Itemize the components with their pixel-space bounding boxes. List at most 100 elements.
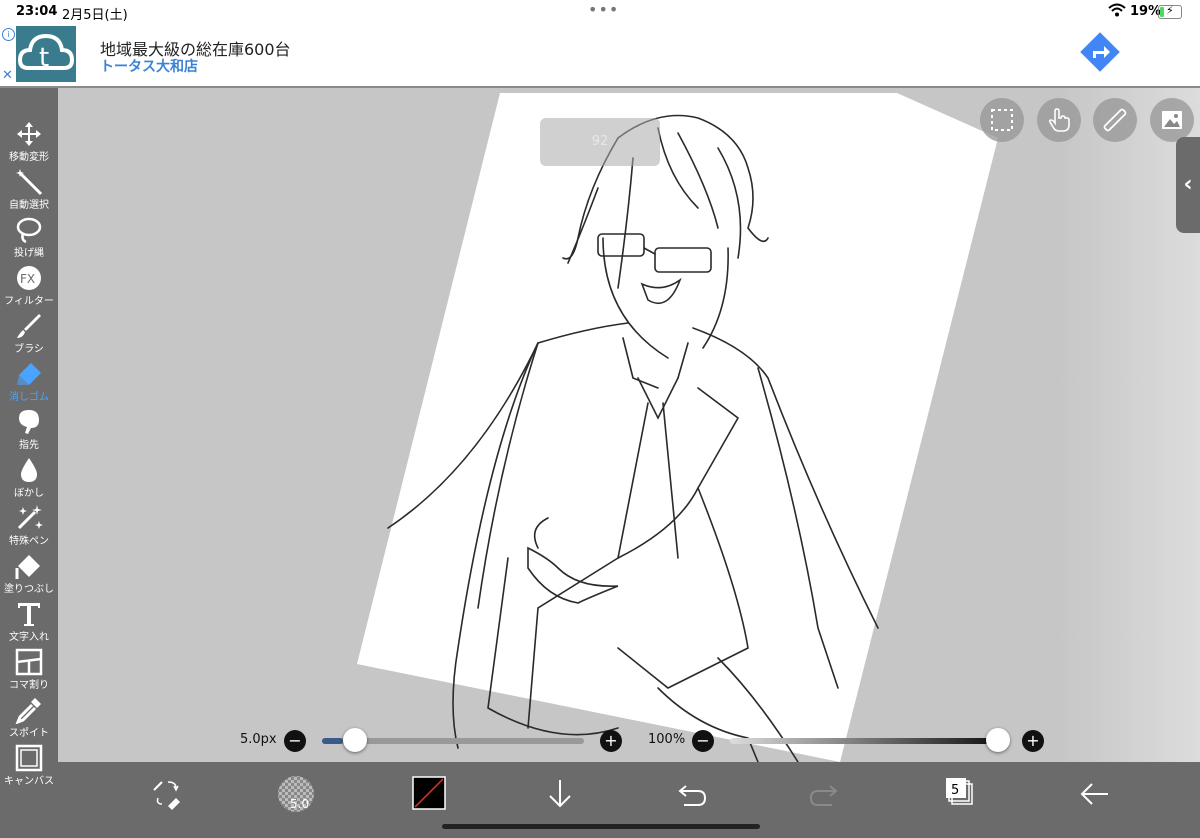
- multitask-dots-icon[interactable]: •••: [588, 0, 619, 19]
- drawing-canvas-area[interactable]: [58, 88, 1200, 762]
- redo-button[interactable]: [804, 774, 844, 814]
- color-button[interactable]: [410, 774, 450, 814]
- size-minus-button[interactable]: −: [284, 730, 306, 752]
- ad-banner[interactable]: i ✕ t 地域最大級の総在庫600台 トータス大和店: [0, 24, 1200, 88]
- tool-label: 特殊ペン: [9, 536, 49, 547]
- ad-subtitle[interactable]: トータス大和店: [100, 56, 198, 76]
- move-icon: [17, 122, 41, 146]
- tool-label: ブラシ: [14, 344, 44, 355]
- finger-icon: [19, 410, 39, 434]
- tool-label: 移動変形: [9, 152, 49, 163]
- lasso-icon: [16, 217, 42, 244]
- arrow-down-icon: [549, 780, 571, 808]
- tool-panel[interactable]: コマ割り: [0, 646, 58, 694]
- opacity-label: 100%: [648, 732, 686, 747]
- tool-finger[interactable]: 指先: [0, 406, 58, 454]
- tool-blur[interactable]: ぼかし: [0, 454, 58, 502]
- layer-count: 5: [951, 783, 959, 798]
- tool-label: スポイト: [9, 728, 49, 739]
- directions-icon[interactable]: [1078, 30, 1122, 74]
- brush-size-badge: 5.0: [290, 797, 309, 811]
- tool-label: 投げ縄: [14, 248, 44, 259]
- battery-icon: ⚡: [1158, 4, 1182, 19]
- tool-label: ぼかし: [14, 488, 44, 499]
- eraser-icon: [17, 363, 41, 385]
- ruler-icon: [1103, 108, 1127, 132]
- brush-size-thumb[interactable]: [342, 728, 367, 752]
- wifi-icon: [1108, 3, 1126, 21]
- save-button[interactable]: [540, 774, 580, 814]
- tool-eraser[interactable]: 消しゴム: [0, 358, 58, 406]
- image-icon: [1162, 111, 1182, 129]
- chevron-left-icon: ‹: [1183, 172, 1193, 197]
- opacity-thumb[interactable]: [986, 728, 1010, 752]
- ad-info-icon[interactable]: i: [2, 28, 15, 41]
- tool-label: コマ割り: [9, 680, 49, 691]
- back-button[interactable]: [1074, 774, 1114, 814]
- tool-auto-select[interactable]: 自動選択: [0, 166, 58, 214]
- ad-close-icon[interactable]: ✕: [2, 68, 13, 83]
- fill-icon: [15, 555, 40, 579]
- brush-icon: [17, 314, 41, 338]
- image-button[interactable]: [1150, 98, 1194, 142]
- fx-icon: FX: [17, 266, 41, 290]
- arrow-left-icon: [1080, 783, 1108, 805]
- tool-fill[interactable]: 塗りつぶし: [0, 550, 58, 598]
- tool-switch-button[interactable]: [146, 774, 186, 814]
- tool-move-transform[interactable]: 移動変形: [0, 118, 58, 166]
- hand-touch-icon: [1048, 108, 1070, 132]
- tool-filter[interactable]: FX フィルター: [0, 262, 58, 310]
- drawing-paper[interactable]: [58, 88, 1200, 762]
- tool-canvas[interactable]: キャンバス: [0, 742, 58, 790]
- canvas-icon: [15, 744, 43, 772]
- tool-label: 塗りつぶし: [3, 584, 55, 595]
- tool-brush[interactable]: ブラシ: [0, 310, 58, 358]
- tool-label: フィルター: [4, 296, 54, 307]
- undo-button[interactable]: [672, 774, 712, 814]
- ad-logo-icon: t: [17, 33, 75, 73]
- opacity-minus-button[interactable]: −: [692, 730, 714, 752]
- panel-icon: [15, 648, 43, 676]
- brush-size-label: 5.0px: [240, 732, 277, 747]
- selection-icon: [991, 109, 1013, 131]
- brush-size-button[interactable]: 5.0: [276, 774, 320, 818]
- undo-icon: [678, 785, 707, 806]
- ad-logo[interactable]: t: [16, 26, 76, 82]
- eyedropper-icon: [15, 698, 41, 724]
- swap-tool-icon: [153, 781, 180, 810]
- layers-button[interactable]: 5: [938, 774, 978, 814]
- tool-label: 消しゴム: [9, 392, 49, 403]
- touch-mode-button[interactable]: [1037, 98, 1081, 142]
- home-indicator[interactable]: [442, 824, 760, 829]
- tool-label: 文字入れ: [9, 632, 49, 643]
- ad-logo-letter: t: [39, 43, 49, 73]
- magic-wand-icon: [16, 169, 43, 196]
- status-bar: 23:04 2月5日(土) ••• 19% ⚡: [0, 0, 1200, 24]
- tool-text[interactable]: 文字入れ: [0, 598, 58, 646]
- tool-label: キャンバス: [4, 776, 54, 787]
- tool-label: 指先: [19, 440, 39, 451]
- tool-lasso[interactable]: 投げ縄: [0, 214, 58, 262]
- opacity-plus-button[interactable]: +: [1022, 730, 1044, 752]
- zoom-indicator: 92: [540, 118, 660, 166]
- color-swatch-icon: [412, 776, 446, 810]
- battery-percent: 19%: [1130, 4, 1162, 19]
- ruler-button[interactable]: [1093, 98, 1137, 142]
- tool-special-pen[interactable]: 特殊ペン: [0, 502, 58, 550]
- svg-text:FX: FX: [20, 272, 35, 286]
- text-icon: [18, 603, 40, 626]
- special-pen-icon: [17, 505, 43, 530]
- opacity-slider[interactable]: [730, 738, 998, 744]
- side-panel-toggle[interactable]: ‹: [1176, 137, 1200, 233]
- blur-icon: [21, 458, 37, 482]
- layers-icon: 5: [946, 778, 973, 805]
- tool-sidebar: 移動変形 自動選択 投げ縄 FX フィルター ブラシ 消しゴム 指先 ぼかし 特…: [0, 88, 58, 838]
- tool-eyedropper[interactable]: スポイト: [0, 694, 58, 742]
- status-date: 2月5日(土): [62, 8, 128, 23]
- selection-button[interactable]: [980, 98, 1024, 142]
- tool-label: 自動選択: [9, 200, 49, 211]
- status-time: 23:04: [16, 4, 58, 19]
- size-plus-button[interactable]: +: [600, 730, 622, 752]
- brush-preview-icon: 5.0: [278, 776, 314, 812]
- redo-icon: [809, 785, 838, 806]
